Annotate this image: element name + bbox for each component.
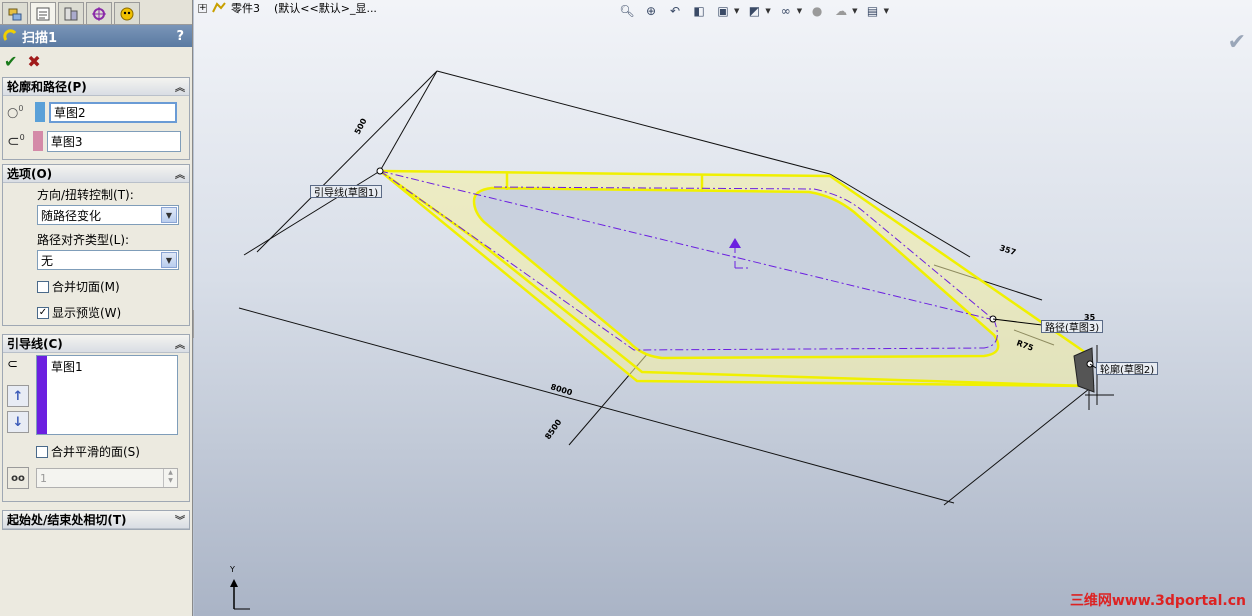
start-end-section: 起始处/结束处相切(T) ︾ [2, 510, 190, 530]
orientation-dropdown[interactable]: 随路径变化 ▼ [37, 205, 179, 225]
profile-swatch [35, 102, 45, 122]
orientation-label: 方向/扭转控制(T): [37, 188, 134, 202]
section-number-spinner[interactable]: 1 ▲ ▼ [36, 468, 178, 488]
guide-curve-callout[interactable]: 引导线(草图1) [310, 185, 383, 199]
merge-tangent-label: 合并切面(M) [52, 280, 120, 294]
section-number-value: 1 [40, 471, 47, 485]
list-item[interactable]: 草图1 [47, 356, 87, 434]
profile-path-title: 轮廓和路径(P) [7, 80, 87, 94]
start-end-header[interactable]: 起始处/结束处相切(T) ︾ [3, 511, 189, 529]
collapse-chevron-icon: ︽ [175, 170, 185, 181]
ok-cancel-row: ✔ ✖ [0, 47, 192, 75]
dimxpert-tab[interactable] [86, 2, 112, 24]
path-swatch [33, 131, 43, 151]
arrow-down-icon: ↓ [12, 414, 24, 430]
start-end-title: 起始处/结束处相切(T) [7, 513, 127, 527]
path-callout[interactable]: 路径(草图3) [1041, 320, 1104, 334]
path-icon: ⊂0 [7, 132, 25, 150]
path-align-dropdown[interactable]: 无 ▼ [37, 250, 179, 270]
orientation-value: 随路径变化 [41, 208, 102, 223]
feature-manager-icon [8, 8, 22, 20]
path-align-label: 路径对齐类型(L): [37, 233, 130, 247]
profile-callout[interactable]: 轮廓(草图2) [1096, 362, 1159, 376]
ok-button[interactable]: ✔ [4, 52, 17, 71]
merge-smooth-label: 合并平滑的面(S) [51, 445, 140, 459]
move-down-button[interactable]: ↓ [7, 411, 29, 433]
model-graphics: 500 357 35 R75 8000 8500 [238, 70, 1114, 506]
chevron-down-icon: ▼ [161, 207, 177, 223]
dimension-text: 8000 [549, 382, 573, 397]
dimension-text: 357 [998, 243, 1017, 257]
guide-curves-header[interactable]: 引导线(C) ︽ [3, 335, 189, 353]
show-sections-button[interactable]: oo [7, 467, 29, 489]
guide-swatch [37, 356, 47, 434]
profile-icon: ○0 [7, 103, 24, 121]
display-manager-icon [120, 7, 134, 20]
spinner-arrows-icon[interactable]: ▲ ▼ [163, 469, 177, 487]
help-button[interactable]: ? [176, 29, 184, 44]
property-manager-panel: 扫描1 ? ✔ ✖ 轮廓和路径(P) ︽ ○0 草图2 ⊂0 草图3 选项(O) [0, 0, 193, 616]
options-header[interactable]: 选项(O) ︽ [3, 165, 189, 183]
display-manager-tab[interactable] [114, 2, 140, 24]
property-manager-tab[interactable] [30, 2, 56, 24]
path-selection-box[interactable]: 草图3 [46, 130, 181, 152]
show-preview-label: 显示预览(W) [52, 306, 122, 320]
merge-tangent-checkbox[interactable]: 合并切面(M) [37, 278, 181, 295]
move-up-button[interactable]: ↑ [7, 385, 29, 407]
feature-manager-tab[interactable] [2, 2, 28, 24]
merge-smooth-checkbox[interactable]: 合并平滑的面(S) [36, 443, 140, 460]
dimension-text: 8500 [543, 417, 563, 441]
axis-triad-icon [230, 579, 250, 610]
collapse-chevron-icon: ︽ [175, 83, 185, 94]
feature-title: 扫描1 [22, 30, 58, 46]
feature-title-bar: 扫描1 ? [0, 25, 192, 47]
options-section: 选项(O) ︽ 方向/扭转控制(T): 随路径变化 ▼ 路径对齐类型(L): 无… [2, 164, 190, 326]
watermark-text: 三维网www.3dportal.cn [1069, 593, 1246, 609]
dimxpert-icon [92, 6, 106, 21]
options-title: 选项(O) [7, 167, 53, 181]
guide-curves-section: 引导线(C) ︽ ⊂ ↑ ↓ 草图1 合并平滑的面(S) oo 1 ▲ ▼ [2, 334, 190, 502]
dimension-text: 500 [353, 117, 369, 136]
expand-chevron-icon: ︾ [175, 516, 185, 527]
glasses-icon: oo [11, 472, 25, 484]
reference-triad: Y [222, 565, 252, 614]
triad-axis-label: Y [230, 565, 235, 574]
profile-selection-box[interactable]: 草图2 [49, 101, 177, 123]
guide-anchor-point[interactable] [376, 167, 384, 175]
sweep-inner-void [474, 188, 999, 358]
guide-curves-list[interactable]: 草图1 [36, 355, 178, 435]
checkbox-checked[interactable]: ✓ [37, 306, 49, 319]
profile-path-header[interactable]: 轮廓和路径(P) ︽ [3, 78, 189, 96]
configuration-manager-icon [64, 7, 78, 20]
property-manager-icon [36, 7, 50, 20]
checkbox-unchecked[interactable] [36, 445, 48, 458]
configuration-manager-tab[interactable] [58, 2, 84, 24]
cancel-button[interactable]: ✖ [27, 52, 40, 71]
arrow-up-icon: ↑ [12, 388, 24, 404]
collapse-chevron-icon: ︽ [175, 340, 185, 351]
manager-tabs [0, 0, 192, 25]
guide-curves-title: 引导线(C) [7, 337, 63, 351]
profile-path-section: 轮廓和路径(P) ︽ ○0 草图2 ⊂0 草图3 [2, 77, 190, 160]
graphics-viewport[interactable]: + 零件3 (默认<<默认>_显... 🔍︎ ⊕ ↶ ◧ ▣ ▼ ◩ ▼ ∞ ▼ ● … [194, 0, 1252, 616]
show-preview-checkbox[interactable]: ✓ 显示预览(W) [37, 304, 181, 321]
sweep-feature-icon [3, 29, 17, 41]
checkbox-unchecked[interactable] [37, 280, 49, 293]
guide-curve-icon: ⊂ [7, 357, 18, 372]
path-align-value: 无 [41, 253, 54, 268]
chevron-down-icon: ▼ [161, 252, 177, 268]
